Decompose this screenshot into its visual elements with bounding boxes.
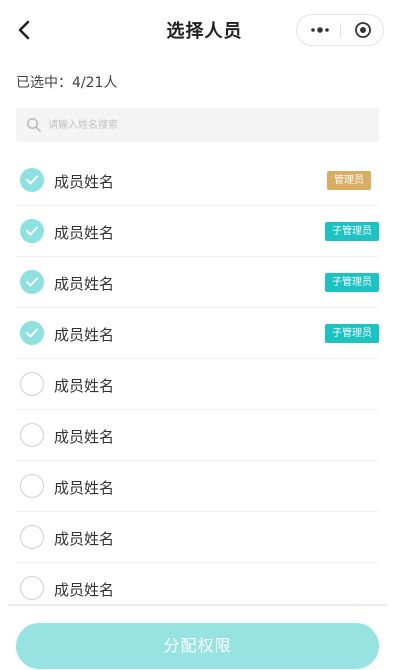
subadmin-badge: 子管理员 — [325, 273, 379, 292]
close-button[interactable] — [347, 19, 379, 41]
search-box[interactable] — [16, 108, 379, 142]
member-name: 成员姓名 — [54, 479, 115, 497]
member-list: 成员姓名 管理员 成员姓名 子管理员 成员姓名 子管理员 成员姓名 子管理员 成… — [0, 155, 409, 605]
list-item[interactable]: 成员姓名 子管理员 — [16, 257, 379, 308]
selected-count: 已选中：4/21人 — [16, 75, 118, 91]
more-dots-icon — [311, 27, 329, 33]
member-name: 成员姓名 — [54, 530, 115, 548]
search-input[interactable] — [48, 108, 368, 142]
list-item[interactable]: 成员姓名 — [16, 359, 379, 410]
admin-badge: 管理员 — [327, 171, 371, 190]
checkbox-unchecked[interactable] — [20, 474, 44, 498]
list-item[interactable]: 成员姓名 子管理员 — [16, 308, 379, 359]
member-name: 成员姓名 — [54, 581, 115, 599]
more-button[interactable] — [303, 19, 337, 41]
list-item[interactable]: 成员姓名 — [16, 461, 379, 512]
list-item[interactable]: 成员姓名 — [16, 563, 379, 605]
subadmin-badge: 子管理员 — [325, 324, 379, 343]
footer-divider — [8, 604, 387, 606]
checkbox-checked[interactable] — [20, 321, 44, 345]
subadmin-badge: 子管理员 — [325, 222, 379, 241]
check-icon — [26, 226, 38, 236]
check-icon — [26, 277, 38, 287]
member-name: 成员姓名 — [54, 173, 115, 191]
checkbox-checked[interactable] — [20, 219, 44, 243]
checkbox-unchecked[interactable] — [20, 372, 44, 396]
list-item[interactable]: 成员姓名 — [16, 410, 379, 461]
member-name: 成员姓名 — [54, 224, 115, 242]
navigation-bar: 选择人员 — [0, 0, 409, 60]
list-item[interactable]: 成员姓名 — [16, 512, 379, 563]
mini-program-capsule — [296, 14, 384, 46]
search-icon — [26, 117, 41, 132]
target-close-icon — [355, 22, 371, 38]
capsule-divider — [340, 23, 341, 38]
check-icon — [26, 328, 38, 338]
check-icon — [26, 175, 38, 185]
checkbox-unchecked[interactable] — [20, 423, 44, 447]
list-item[interactable]: 成员姓名 管理员 — [16, 155, 379, 206]
member-name: 成员姓名 — [54, 428, 115, 446]
assign-permissions-button[interactable]: 分配权限 — [16, 623, 379, 669]
list-item[interactable]: 成员姓名 子管理员 — [16, 206, 379, 257]
member-name: 成员姓名 — [54, 275, 115, 293]
checkbox-checked[interactable] — [20, 168, 44, 192]
member-name: 成员姓名 — [54, 377, 115, 395]
checkbox-unchecked[interactable] — [20, 525, 44, 549]
member-name: 成员姓名 — [54, 326, 115, 344]
select-members-page: 选择人员 已选中：4/21人 请输入姓名搜索 成员姓名 管理员 成员姓名 子管理… — [0, 0, 409, 670]
checkbox-unchecked[interactable] — [20, 576, 44, 600]
checkbox-checked[interactable] — [20, 270, 44, 294]
